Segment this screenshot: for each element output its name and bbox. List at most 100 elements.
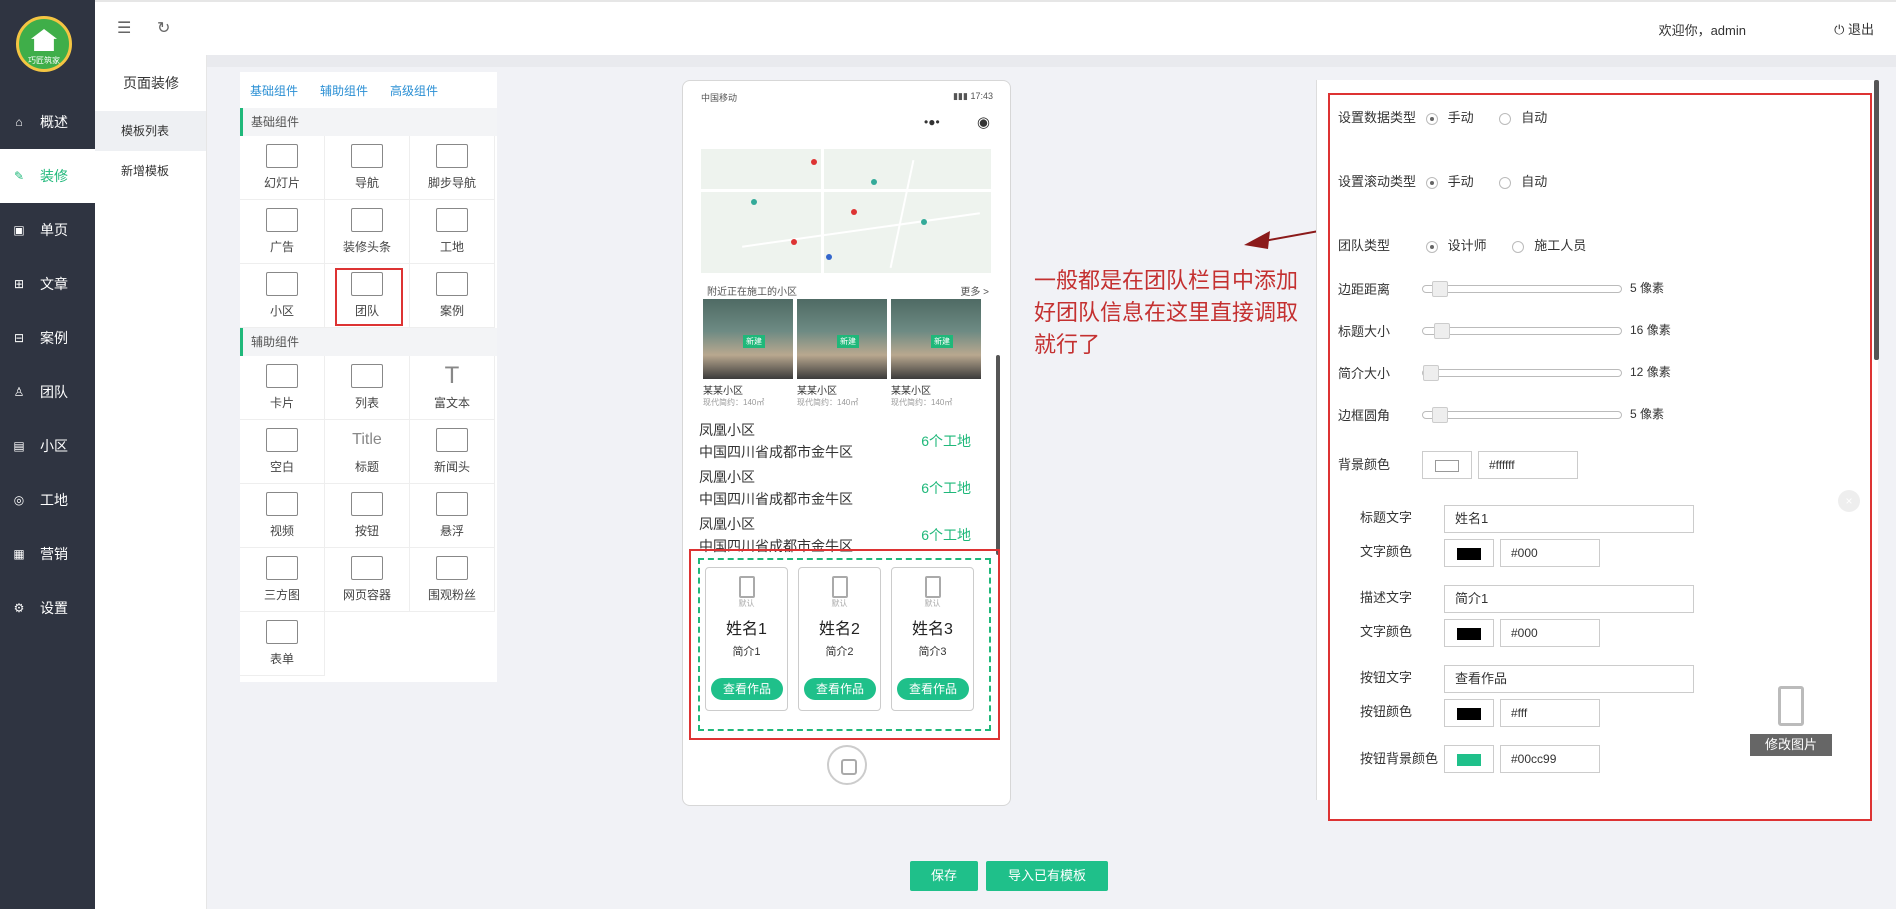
tab-aux-components[interactable]: 辅助组件 bbox=[320, 82, 368, 99]
close-target-icon[interactable]: ◉ bbox=[977, 113, 990, 131]
list-item[interactable]: 凤凰小区 中国四川省成都市金牛区 6个工地 bbox=[699, 419, 991, 466]
data-type-manual[interactable]: 手动 bbox=[1425, 107, 1474, 129]
btn-bg-input[interactable]: #00cc99 bbox=[1500, 745, 1600, 773]
btn-color-input[interactable]: #fff bbox=[1500, 699, 1600, 727]
component-aux-12[interactable]: 表单 bbox=[240, 612, 325, 676]
image-placeholder-icon bbox=[1778, 686, 1804, 726]
component-aux-5[interactable]: 新闻头 bbox=[410, 420, 495, 484]
more-dots-icon[interactable]: •●• bbox=[924, 115, 940, 129]
view-works-button[interactable]: 查看作品 bbox=[711, 678, 783, 700]
team-card[interactable]: 默认 姓名3 简介3 查看作品 bbox=[891, 567, 974, 711]
btn-text-input[interactable]: 查看作品 bbox=[1444, 665, 1694, 693]
component-aux-4[interactable]: Title 标题 bbox=[325, 420, 410, 484]
component-basic-6[interactable]: 小区 bbox=[240, 264, 325, 328]
team-card[interactable]: 默认 姓名2 简介2 查看作品 bbox=[798, 567, 881, 711]
refresh-icon[interactable]: ↻ bbox=[157, 18, 170, 38]
bg-color-input[interactable]: #ffffff bbox=[1478, 451, 1578, 479]
slider-knob[interactable] bbox=[1423, 364, 1439, 381]
nearby-photo-card[interactable]: 新建 某某小区 现代简约：140㎡ bbox=[797, 299, 887, 413]
sidebar-item-3[interactable]: ⊞ 文章 bbox=[0, 257, 95, 311]
radio-icon bbox=[1499, 176, 1512, 189]
slider-knob[interactable] bbox=[1434, 322, 1451, 339]
view-works-button[interactable]: 查看作品 bbox=[804, 678, 876, 700]
tab-advanced-components[interactable]: 高级组件 bbox=[390, 82, 438, 99]
sidebar-item-7[interactable]: ◎ 工地 bbox=[0, 473, 95, 527]
desc-text-input[interactable]: 简介1 bbox=[1444, 585, 1694, 613]
nearby-photo-card[interactable]: 新建 某某小区 现代简约：140㎡ bbox=[703, 299, 793, 413]
component-basic-3[interactable]: 广告 bbox=[240, 200, 325, 264]
title-text-input[interactable]: 姓名1 bbox=[1444, 505, 1694, 533]
main-sidebar: 巧匠筑家 ⌂ 概述 ✎ 装修 ▣ 单页 ⊞ 文章 ⊟ 案例 ♙ 团队 ▤ 小区 ◎ 工地 ▦ 营销 ⚙ 设置 bbox=[0, 0, 95, 909]
sidebar-item-5[interactable]: ♙ 团队 bbox=[0, 365, 95, 419]
map-view[interactable] bbox=[701, 149, 991, 273]
intro-size-slider[interactable] bbox=[1422, 364, 1622, 381]
settings-scrollbar[interactable] bbox=[1874, 80, 1879, 360]
sidebar-item-2[interactable]: ▣ 单页 bbox=[0, 203, 95, 257]
radius-slider[interactable] bbox=[1422, 406, 1622, 423]
import-template-button[interactable]: 导入已有模板 bbox=[986, 861, 1108, 891]
component-basic-5[interactable]: 工地 bbox=[410, 200, 495, 264]
sidebar-item-1[interactable]: ✎ 装修 bbox=[0, 149, 95, 203]
title-size-label: 标题大小 bbox=[1338, 324, 1391, 339]
component-aux-8[interactable]: 悬浮 bbox=[410, 484, 495, 548]
component-basic-7[interactable]: 团队 bbox=[325, 264, 410, 328]
slider-knob[interactable] bbox=[1432, 280, 1449, 297]
logout-button[interactable]: ⏻ 退出 bbox=[1834, 19, 1874, 38]
component-basic-0[interactable]: 幻灯片 bbox=[240, 136, 325, 200]
brand-logo[interactable]: 巧匠筑家 bbox=[16, 16, 72, 72]
desc-color-swatch[interactable] bbox=[1444, 619, 1494, 647]
component-basic-4[interactable]: 装修头条 bbox=[325, 200, 410, 264]
title-color-input[interactable]: #000 bbox=[1500, 539, 1600, 567]
component-aux-7[interactable]: 按钮 bbox=[325, 484, 410, 548]
sidebar-item-9[interactable]: ⚙ 设置 bbox=[0, 581, 95, 635]
view-works-button[interactable]: 查看作品 bbox=[897, 678, 969, 700]
btn-color-swatch[interactable] bbox=[1444, 699, 1494, 727]
map-pin-icon bbox=[921, 219, 927, 225]
component-aux-6[interactable]: 视频 bbox=[240, 484, 325, 548]
sidebar-item-6[interactable]: ▤ 小区 bbox=[0, 419, 95, 473]
btn-bg-swatch[interactable] bbox=[1444, 745, 1494, 773]
team-component-preview[interactable]: 默认 姓名1 简介1 查看作品 默认 姓名2 简介2 查看作品 默认 姓名3 简介3 查看作品 bbox=[689, 549, 1000, 740]
component-basic-2[interactable]: 脚步导航 bbox=[410, 136, 495, 200]
mini-program-capsule[interactable]: •●• ◉ bbox=[916, 113, 996, 135]
menu-toggle-icon[interactable]: ☰ bbox=[117, 18, 131, 38]
slider-knob[interactable] bbox=[1432, 406, 1449, 423]
title-color-swatch[interactable] bbox=[1444, 539, 1494, 567]
nearby-photo-card[interactable]: 新建 某某小区 现代简约：140㎡ bbox=[891, 299, 981, 413]
bg-color-row: 背景颜色 #ffffff bbox=[1338, 451, 1578, 479]
team-type-designer[interactable]: 设计师 bbox=[1425, 235, 1487, 257]
desc-color-input[interactable]: #000 bbox=[1500, 619, 1600, 647]
home-button[interactable] bbox=[827, 745, 867, 785]
component-label: 幻灯片 bbox=[263, 176, 300, 190]
component-aux-1[interactable]: 列表 bbox=[325, 356, 410, 420]
team-type-worker[interactable]: 施工人员 bbox=[1512, 235, 1586, 257]
sub-item-template-list[interactable]: 模板列表 bbox=[95, 111, 206, 151]
team-card[interactable]: 默认 姓名1 简介1 查看作品 bbox=[705, 567, 788, 711]
component-aux-10[interactable]: 网页容器 bbox=[325, 548, 410, 612]
component-basic-1[interactable]: 导航 bbox=[325, 136, 410, 200]
bg-color-swatch[interactable] bbox=[1422, 451, 1472, 479]
sidebar-item-4[interactable]: ⊟ 案例 bbox=[0, 311, 95, 365]
tab-basic-components[interactable]: 基础组件 bbox=[250, 82, 298, 99]
sidebar-item-8[interactable]: ▦ 营销 bbox=[0, 527, 95, 581]
data-type-auto[interactable]: 自动 bbox=[1499, 107, 1547, 129]
more-link[interactable]: 更多 > bbox=[960, 283, 989, 298]
component-aux-2[interactable]: T 富文本 bbox=[410, 356, 495, 420]
save-button[interactable]: 保存 bbox=[910, 861, 978, 891]
close-icon[interactable]: × bbox=[1838, 490, 1860, 512]
margin-slider[interactable] bbox=[1422, 280, 1622, 297]
edit-image-button[interactable]: 修改图片 bbox=[1750, 686, 1832, 756]
scroll-type-manual[interactable]: 手动 bbox=[1425, 171, 1474, 193]
component-aux-0[interactable]: 卡片 bbox=[240, 356, 325, 420]
component-basic-8[interactable]: 案例 bbox=[410, 264, 495, 328]
sidebar-item-0[interactable]: ⌂ 概述 bbox=[0, 95, 95, 149]
sub-item-new-template[interactable]: 新增模板 bbox=[95, 151, 206, 191]
component-aux-11[interactable]: 围观粉丝 bbox=[410, 548, 495, 612]
radius-label: 边框圆角 bbox=[1338, 408, 1391, 423]
list-item[interactable]: 凤凰小区 中国四川省成都市金牛区 6个工地 bbox=[699, 466, 991, 513]
scroll-type-auto[interactable]: 自动 bbox=[1499, 171, 1547, 193]
phone-scrollbar[interactable] bbox=[996, 355, 1000, 555]
title-size-slider[interactable] bbox=[1422, 322, 1622, 339]
component-aux-3[interactable]: 空白 bbox=[240, 420, 325, 484]
component-aux-9[interactable]: 三方图 bbox=[240, 548, 325, 612]
